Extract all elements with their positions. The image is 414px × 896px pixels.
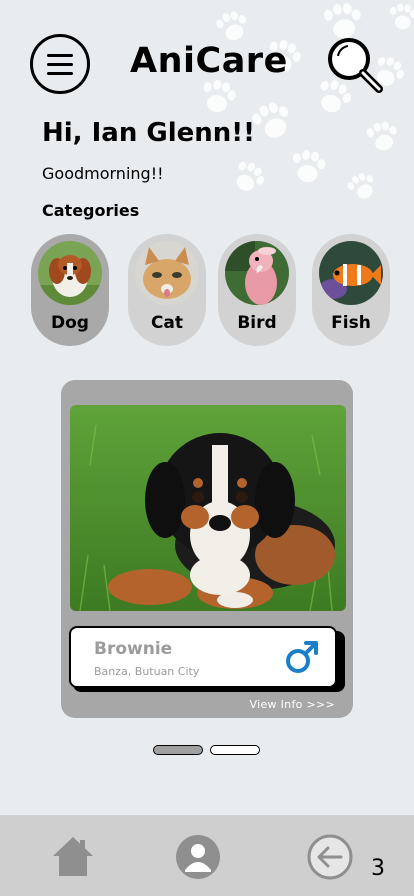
pet-location: Banza, Butuan City <box>94 665 200 678</box>
carousel-dot[interactable] <box>210 745 260 755</box>
greeting-subtitle: Goodmorning!! <box>42 164 164 183</box>
bottom-navigation-bar <box>0 815 414 896</box>
category-fish[interactable]: Fish <box>312 234 390 346</box>
carousel-indicator <box>153 745 263 757</box>
pet-card[interactable]: Brownie Banza, Butuan City View Info >>> <box>61 380 353 718</box>
paw-print-decoration <box>287 148 326 187</box>
cat-photo <box>135 241 199 305</box>
category-label: Bird <box>237 313 277 333</box>
category-label: Fish <box>331 313 371 333</box>
categories-heading: Categories <box>42 201 140 220</box>
pet-photo <box>70 405 346 611</box>
app-title: AniCare <box>130 41 288 81</box>
menu-line <box>47 53 73 57</box>
category-bird[interactable]: Bird <box>218 234 296 346</box>
paw-print-decoration <box>362 118 402 158</box>
paw-print-decoration <box>342 168 381 207</box>
category-label: Cat <box>150 313 184 333</box>
page-number: 3 <box>371 856 385 881</box>
category-cat[interactable]: Cat <box>128 234 206 346</box>
nav-profile-button[interactable] <box>175 834 221 880</box>
paw-print-decoration <box>225 156 269 200</box>
male-symbol-icon <box>286 641 318 673</box>
pet-info-box[interactable]: Brownie Banza, Butuan City <box>69 626 337 688</box>
category-label: Dog <box>51 313 89 333</box>
view-info-link[interactable]: View Info >>> <box>250 698 335 711</box>
profile-icon <box>176 835 220 879</box>
menu-line <box>47 71 73 75</box>
menu-line <box>47 62 73 66</box>
pet-name: Brownie <box>94 639 173 659</box>
category-dog[interactable]: Dog <box>31 234 109 346</box>
nav-back-button[interactable] <box>307 834 353 880</box>
back-arrow-icon <box>307 834 353 880</box>
greeting-title: Hi, Ian Glenn!! <box>42 118 256 148</box>
nav-home-button[interactable] <box>50 834 96 880</box>
home-icon <box>53 837 93 876</box>
bird-photo <box>225 241 289 305</box>
paw-pattern-decoration <box>194 0 414 210</box>
carousel-dot-active[interactable] <box>153 745 203 755</box>
app-header: AniCare <box>30 34 386 96</box>
paw-print-decoration <box>388 3 414 33</box>
hamburger-menu-button[interactable] <box>30 34 90 94</box>
fish-photo <box>319 241 383 305</box>
search-button[interactable] <box>324 34 386 96</box>
dog-photo <box>38 241 102 305</box>
search-icon <box>328 38 383 93</box>
